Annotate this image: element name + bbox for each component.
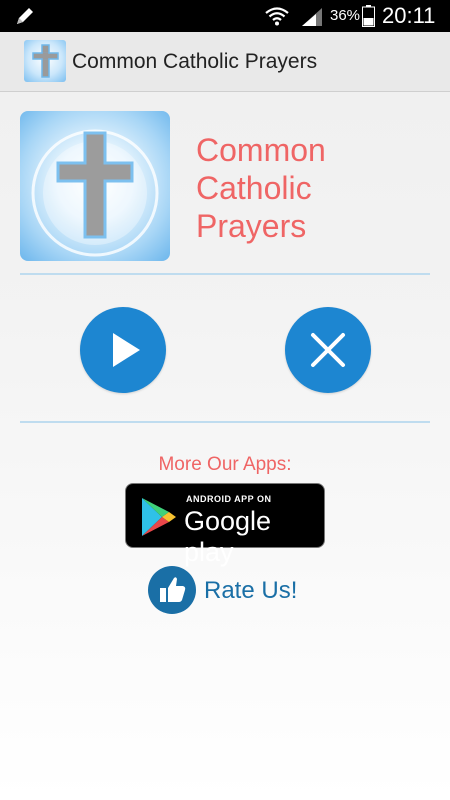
- action-bar: Common Catholic Prayers: [0, 32, 450, 92]
- app-logo: [20, 111, 170, 261]
- status-bar: 36% 20:11: [0, 0, 450, 32]
- close-button[interactable]: [285, 307, 371, 393]
- thumbs-up-icon: [148, 566, 196, 614]
- title-line: Common: [196, 132, 326, 168]
- battery-icon: [362, 5, 375, 27]
- app-title: Common Catholic Prayers: [72, 50, 318, 73]
- google-play-badge[interactable]: ANDROID APP ON Google play: [125, 483, 325, 567]
- divider: [20, 273, 430, 275]
- badge-big-text: Google play: [184, 506, 272, 567]
- cross-icon: [31, 129, 159, 257]
- clock: 20:11: [382, 3, 436, 28]
- more-apps-label: More Our Apps:: [158, 454, 292, 475]
- divider: [20, 421, 430, 423]
- close-icon: [311, 333, 345, 367]
- app-icon[interactable]: [24, 40, 66, 82]
- signal-icon: [302, 8, 322, 26]
- title-line: Catholic: [196, 170, 312, 206]
- play-icon: [113, 333, 140, 367]
- battery-percent: 36%: [330, 7, 361, 24]
- page-title: Common Catholic Prayers: [196, 131, 436, 245]
- pencil-icon: [17, 8, 33, 24]
- title-line: Prayers: [196, 208, 307, 244]
- badge-small-text: ANDROID APP ON: [186, 494, 272, 504]
- wifi-icon: [265, 7, 289, 26]
- rate-us-label: Rate Us!: [204, 577, 298, 604]
- cross-icon: [32, 44, 59, 78]
- google-play-icon: [142, 498, 176, 536]
- play-button[interactable]: [80, 307, 166, 393]
